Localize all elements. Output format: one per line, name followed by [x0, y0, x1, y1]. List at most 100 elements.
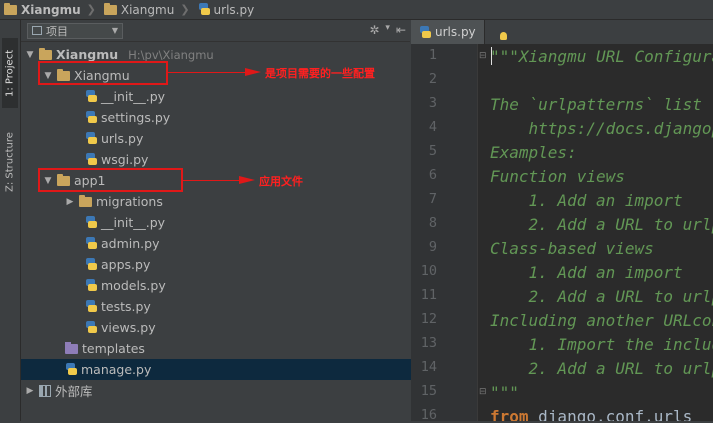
annotation-arrowhead: [245, 68, 261, 76]
code-line: 1. Import the include() function: [528, 335, 713, 354]
panel-header-icons: ✲ ▾ ⇤: [369, 23, 406, 37]
python-file-icon: [85, 300, 97, 313]
file-name: models.py: [101, 278, 166, 293]
breadcrumb-project[interactable]: Xiangmu ❯: [4, 0, 104, 20]
tree-row-file[interactable]: settings.py: [21, 107, 474, 128]
expand-arrow-icon[interactable]: ▼: [25, 50, 35, 60]
breadcrumb-file-label: urls.py: [213, 2, 255, 17]
code-line: 2. Add a URL to urlpatterns: [528, 287, 713, 306]
code-line-import: from django.conf.urls: [490, 407, 692, 421]
file-name: wsgi.py: [101, 152, 149, 167]
tree-row-file[interactable]: wsgi.py: [21, 149, 474, 170]
tree-row-file[interactable]: apps.py: [21, 254, 474, 275]
import-path: django.conf.urls: [528, 407, 693, 421]
code-line: 1. Add an import: [490, 191, 683, 210]
tool-window-strip: 1: Project Z: Structure: [0, 20, 21, 421]
code-line: 2. Add a URL to urlpatterns: [528, 359, 713, 378]
hide-panel-icon[interactable]: ⇤: [396, 23, 406, 37]
line-number: 11: [420, 287, 437, 303]
annotation-box-package: [38, 61, 168, 85]
tree-row-file[interactable]: models.py: [21, 275, 474, 296]
line-number: 13: [420, 335, 437, 351]
chevron-right-icon: ❯: [180, 3, 190, 16]
annotation-arrowhead: [239, 176, 255, 184]
python-file-icon: [419, 25, 431, 39]
project-tool-tab[interactable]: 1: Project: [2, 38, 18, 108]
tree-row-migrations[interactable]: ▶ migrations: [21, 191, 454, 212]
line-number: 4: [428, 119, 437, 135]
line-number: 2: [428, 71, 437, 87]
annotation-box-app: [38, 168, 183, 192]
tree-row-file[interactable]: admin.py: [21, 233, 474, 254]
editor-tab-urls[interactable]: urls.py: [411, 20, 485, 44]
root-folder-name: Xiangmu: [56, 47, 119, 62]
tree-row-file[interactable]: __init__.py: [21, 212, 474, 233]
folder-icon: [79, 194, 92, 207]
code-line: Examples:: [490, 143, 577, 162]
more-options-icon[interactable]: ▾: [385, 23, 390, 37]
fold-marker-icon[interactable]: ⊟: [479, 387, 487, 397]
python-file-icon: [85, 132, 97, 145]
file-name: urls.py: [101, 131, 144, 146]
file-name: manage.py: [81, 362, 152, 377]
code-line: 2. Add a URL to urlpatterns: [528, 215, 713, 234]
code-editor: urls.py 1 2 3 4 5 6 7 8 9 10 11 12 13 14…: [411, 20, 713, 423]
python-file-icon: [85, 111, 97, 124]
settings-gear-icon[interactable]: ✲: [369, 23, 379, 37]
code-line: Including another URLconf: [490, 311, 713, 330]
keyword-from: from: [490, 407, 529, 421]
annotation-package-note: 是项目需要的一些配置: [265, 67, 375, 80]
tree-row-manage[interactable]: manage.py: [21, 359, 454, 380]
python-file-icon: [85, 216, 97, 229]
collapse-arrow-icon[interactable]: ▶: [65, 197, 75, 207]
chevron-right-icon: ❯: [86, 3, 96, 16]
tree-row-file[interactable]: views.py: [21, 317, 474, 338]
code-line: """Xiangmu URL Configuration: [490, 47, 713, 66]
project-panel: 项目 ▼ ✲ ▾ ⇤ ▼ Xiangmu H:\pv\Xiangmu ▼ Xia…: [21, 20, 454, 421]
tree-row-file[interactable]: tests.py: [21, 296, 474, 317]
fold-marker-icon[interactable]: ⊟: [479, 51, 487, 61]
text-cursor: [491, 47, 492, 65]
line-number-gutter: 1 2 3 4 5 6 7 8 9 10 11 12 13 14 15 16 ⊟…: [411, 44, 487, 423]
root-folder-path: H:\pv\Xiangmu: [128, 47, 214, 62]
file-name: tests.py: [101, 299, 151, 314]
collapse-arrow-icon[interactable]: ▶: [25, 386, 35, 396]
line-number: 10: [420, 263, 437, 279]
external-libraries-label: 外部库: [55, 384, 93, 399]
tree-row-external-libraries[interactable]: ▶ 外部库: [21, 380, 414, 401]
editor-tab-label: urls.py: [435, 25, 476, 39]
python-file-icon: [85, 321, 97, 334]
line-number: 14: [420, 359, 437, 375]
templates-folder-icon: [65, 341, 78, 354]
code-line: https://docs.djangoproject.com: [528, 119, 713, 138]
breadcrumb-folder[interactable]: Xiangmu ❯: [103, 0, 198, 20]
code-line: Class-based views: [490, 239, 654, 258]
tree-row-file[interactable]: urls.py: [21, 128, 474, 149]
python-file-icon: [65, 363, 77, 376]
line-number: 1: [428, 47, 437, 63]
annotation-arrow-line: [183, 180, 243, 181]
line-number: 8: [428, 215, 437, 231]
structure-tool-tab-label: Z: Structure: [4, 132, 16, 192]
tree-row-templates[interactable]: templates: [21, 338, 454, 359]
line-number: 3: [428, 95, 437, 111]
line-number: 5: [428, 143, 437, 159]
line-number: 7: [428, 191, 437, 207]
folder-icon: [39, 47, 52, 60]
project-view-icon: [32, 26, 42, 35]
structure-tool-tab[interactable]: Z: Structure: [2, 124, 18, 200]
python-file-icon: [85, 90, 97, 103]
folder-icon: [4, 2, 17, 15]
code-line: 1. Add an import: [490, 263, 683, 282]
breadcrumb-file[interactable]: urls.py: [198, 0, 263, 20]
code-area[interactable]: """Xiangmu URL Configuration The `urlpat…: [490, 44, 713, 421]
python-file-icon: [85, 258, 97, 271]
project-view-label: 项目: [46, 24, 68, 38]
file-name: __init__.py: [101, 89, 166, 104]
lightbulb-icon[interactable]: [500, 32, 507, 40]
code-line: Function views: [490, 167, 625, 186]
folder-icon: [103, 2, 117, 15]
templates-folder-name: templates: [82, 341, 145, 356]
tree-row-file[interactable]: __init__.py: [21, 86, 474, 107]
project-view-dropdown[interactable]: 项目 ▼: [27, 22, 123, 39]
